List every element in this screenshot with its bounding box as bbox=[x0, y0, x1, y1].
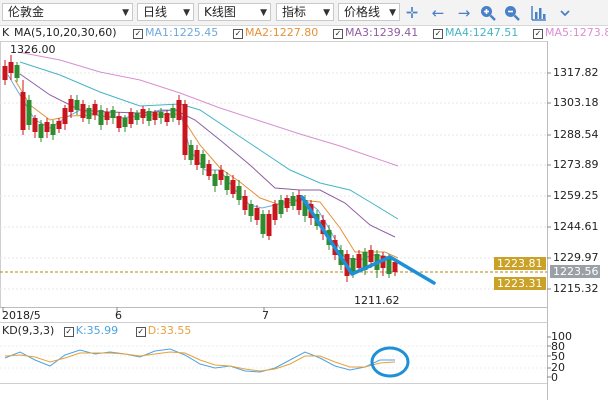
kd-legend: KD(9,3,3) ✓ K:35.99 ✓ D:33.55 bbox=[2, 324, 191, 337]
candle-body bbox=[128, 112, 134, 124]
kd-k-toggle[interactable]: ✓ K:35.99 bbox=[63, 324, 119, 337]
candle-body bbox=[140, 109, 146, 118]
candle-body bbox=[230, 180, 236, 194]
candle-body bbox=[110, 110, 116, 118]
candle-body bbox=[26, 100, 32, 125]
candle-body bbox=[278, 200, 284, 214]
candle-body bbox=[224, 176, 230, 190]
candle-body bbox=[74, 100, 80, 110]
candle-body bbox=[218, 170, 224, 180]
kd-d-value: D:33.55 bbox=[147, 324, 192, 337]
candle-body bbox=[50, 124, 56, 135]
kd-gridlines bbox=[0, 345, 547, 369]
candle-body bbox=[116, 116, 122, 128]
price-axis-label: 1215.32 bbox=[553, 282, 599, 295]
candle-body bbox=[176, 100, 182, 120]
candle-body bbox=[392, 262, 398, 272]
time-axis-label: 2018/5 bbox=[2, 309, 41, 322]
candle-body bbox=[260, 214, 266, 234]
candle-body bbox=[122, 118, 128, 127]
price-axis-label: 1244.61 bbox=[553, 220, 599, 233]
candle-body bbox=[152, 112, 158, 120]
time-axis-label: 7 bbox=[262, 309, 269, 322]
candle-body bbox=[254, 208, 260, 220]
ma3-line bbox=[19, 73, 396, 238]
candle-body bbox=[206, 164, 212, 176]
candle-body bbox=[248, 204, 254, 216]
candle-body bbox=[2, 66, 8, 80]
candle-body bbox=[32, 118, 38, 132]
candle-body bbox=[146, 111, 152, 121]
price-axis-label: 1273.89 bbox=[553, 158, 599, 171]
candle-body bbox=[20, 92, 26, 130]
price-tag-high: 1223.81 bbox=[494, 257, 546, 270]
candle-body bbox=[284, 198, 290, 208]
price-axis-label: 1229.97 bbox=[553, 251, 599, 264]
candle-body bbox=[98, 110, 104, 125]
candle-body bbox=[164, 113, 170, 122]
candle-body bbox=[158, 112, 164, 118]
candle-body bbox=[356, 254, 362, 268]
price-axis-label: 1317.82 bbox=[553, 66, 599, 79]
kd-k-value: K:35.99 bbox=[75, 324, 119, 337]
candle-body bbox=[104, 112, 110, 120]
high-price-label: 1326.00 bbox=[10, 43, 56, 56]
price-axis-label: 1288.54 bbox=[553, 128, 599, 141]
candle-body bbox=[38, 124, 44, 138]
candle-body bbox=[266, 214, 272, 236]
candle-body bbox=[188, 145, 194, 160]
candle-body bbox=[200, 154, 206, 168]
candle-body bbox=[194, 150, 200, 165]
candlestick-chart[interactable] bbox=[0, 0, 608, 401]
price-axis-label: 1259.25 bbox=[553, 189, 599, 202]
drawn-trend-line[interactable] bbox=[300, 195, 436, 285]
time-axis-label: 6 bbox=[115, 309, 122, 322]
candle-body bbox=[386, 258, 392, 274]
kd-params: KD(9,3,3) bbox=[2, 324, 55, 337]
candle-body bbox=[86, 108, 92, 119]
candle-body bbox=[170, 108, 176, 118]
candle-body bbox=[212, 174, 218, 186]
candle-body bbox=[242, 196, 248, 210]
price-axis-label: 1303.18 bbox=[553, 96, 599, 109]
chart-app: 伦敦金 ▼ 日线 ▼ K线图 ▼ 指标 ▼ 价格线 ▼ ✛ ← → K MA(5… bbox=[0, 0, 608, 401]
candle-body bbox=[62, 108, 68, 124]
candle-body bbox=[68, 99, 74, 112]
kd-axis-label: 0 bbox=[551, 371, 558, 384]
candle-body bbox=[236, 186, 242, 200]
candle-body bbox=[290, 196, 296, 206]
candle-body bbox=[92, 104, 98, 115]
candle-body bbox=[134, 113, 140, 120]
candle-body bbox=[368, 250, 374, 262]
candle-body bbox=[14, 65, 20, 78]
candles-group bbox=[2, 55, 398, 282]
candle-body bbox=[8, 62, 14, 73]
candle-body bbox=[80, 104, 86, 118]
price-plot-frame bbox=[0, 41, 548, 308]
price-tag-current: 1223.56 bbox=[550, 265, 600, 278]
price-tag-low: 1223.31 bbox=[494, 277, 546, 290]
candle-body bbox=[272, 204, 278, 220]
candle-body bbox=[44, 122, 50, 132]
kd-d-toggle[interactable]: ✓ D:33.55 bbox=[135, 324, 192, 337]
low-price-label: 1211.62 bbox=[354, 294, 400, 307]
ma4-line bbox=[19, 61, 399, 220]
candle-body bbox=[56, 121, 62, 129]
candle-body bbox=[182, 104, 188, 155]
